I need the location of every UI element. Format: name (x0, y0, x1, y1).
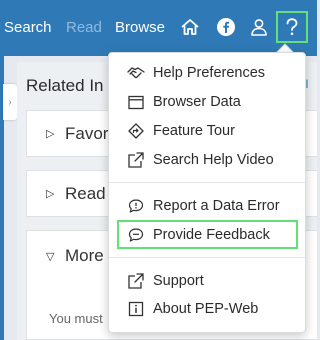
caret-right-icon: ▷ (46, 188, 55, 200)
window-icon (127, 93, 145, 111)
panel-title: Related In (26, 76, 104, 95)
caret-right-icon: ▷ (46, 128, 55, 140)
help-icon (280, 15, 304, 39)
card-label: Read (65, 184, 106, 203)
caret-down-icon: ▽ (46, 251, 55, 263)
signpost-icon (127, 122, 145, 140)
nav-search-link[interactable]: Search (4, 19, 52, 36)
card-body-text: You must (49, 311, 103, 326)
menu-item-label: Report a Data Error (153, 198, 280, 214)
chevron-right-icon: › (8, 96, 12, 108)
facebook-icon[interactable] (214, 15, 238, 39)
menu-item-about-pep-web[interactable]: About PEP-Web (127, 298, 258, 320)
menu-item-browser-data[interactable]: Browser Data (127, 91, 241, 113)
menu-item-support[interactable]: Support (127, 270, 204, 292)
menu-item-label: Search Help Video (153, 152, 274, 168)
comment-alert-icon (127, 197, 145, 215)
nav-browse-link[interactable]: Browse (115, 19, 165, 36)
expand-sidebar-button[interactable]: › (3, 84, 17, 120)
menu-item-label: Feature Tour (153, 123, 235, 139)
menu-divider (109, 182, 305, 183)
help-menu: Help Preferences Browser Data Feature To… (108, 52, 306, 333)
card-label: More (65, 246, 104, 265)
home-icon[interactable] (178, 15, 202, 39)
menu-divider (109, 257, 305, 258)
card-label: Favor (65, 124, 109, 143)
menu-item-label: Support (153, 273, 204, 289)
external-link-icon (127, 272, 145, 290)
user-icon[interactable] (247, 15, 271, 39)
menu-item-label: About PEP-Web (153, 301, 259, 317)
menu-item-feature-tour[interactable]: Feature Tour (127, 120, 235, 142)
external-link-icon (127, 151, 145, 169)
menu-item-report-data-error[interactable]: Report a Data Error (127, 195, 280, 217)
menu-item-search-help-video[interactable]: Search Help Video (127, 149, 274, 171)
feedback-highlight (117, 220, 298, 249)
menu-item-label: Browser Data (153, 94, 241, 110)
nav-read-link[interactable]: Read (66, 19, 102, 36)
menu-item-help-preferences[interactable]: Help Preferences (127, 62, 265, 84)
menu-item-label: Help Preferences (153, 65, 266, 81)
handshake-icon (127, 64, 145, 82)
help-button[interactable] (276, 11, 308, 43)
info-box-icon (127, 300, 145, 318)
